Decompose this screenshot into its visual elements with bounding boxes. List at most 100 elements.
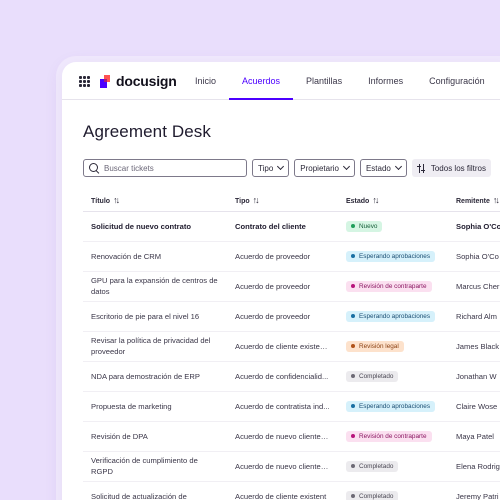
brand-logo[interactable]: docusign (100, 73, 177, 89)
cell-status: Nuevo (338, 211, 448, 242)
sort-icon[interactable]: ↑↓ (372, 195, 379, 205)
sort-icon[interactable]: ↑↓ (493, 195, 500, 205)
sort-icon[interactable]: ↑↓ (113, 195, 120, 205)
nav-tab-1[interactable]: Acuerdos (229, 62, 294, 100)
chevron-down-icon (277, 162, 285, 171)
table-header-row: Título ↑↓ Tipo ↑↓ Estado ↑↓ Remitente ↑↓ (83, 189, 500, 212)
cell-type: Acuerdo de proveedor (227, 271, 338, 302)
status-dot-icon (351, 494, 355, 498)
all-filters-button[interactable]: Todos los filtros (411, 159, 491, 177)
cell-status: Revisión de contraparte (338, 271, 448, 302)
page-title: Agreement Desk (83, 122, 212, 141)
status-dot-icon (351, 254, 355, 258)
cell-status: Esperando aprobaciones (338, 241, 448, 272)
filter-owner-dropdown[interactable]: Propietario (294, 159, 355, 177)
cell-title: Renovación de CRM (83, 241, 227, 272)
status-dot-icon (351, 464, 355, 468)
status-dot-icon (351, 344, 355, 348)
table-row[interactable]: Solicitud de nuevo contrato Contrato del … (83, 211, 500, 242)
tickets-table: Título ↑↓ Tipo ↑↓ Estado ↑↓ Remitente ↑↓ Sol… (83, 189, 500, 500)
cell-type: Acuerdo de proveedor (227, 241, 338, 272)
column-header-status[interactable]: Estado ↑↓ (338, 189, 448, 212)
cell-type: Contrato del cliente (227, 211, 338, 242)
cell-status: Esperando aprobaciones (338, 391, 448, 422)
cell-type: Acuerdo de nuevo cliente (... (227, 421, 338, 452)
table-row[interactable]: Revisión de DPA Acuerdo de nuevo cliente … (83, 421, 500, 452)
main-nav: Inicio Acuerdos Plantillas Informes Configur… (182, 62, 498, 100)
sort-icon[interactable]: ↑↓ (253, 195, 260, 205)
cell-title: Solicitud de actualización de (83, 481, 227, 500)
cell-type: Acuerdo de proveedor (227, 301, 338, 332)
app-window: docusign Inicio Acuerdos Plantillas Informe… (62, 62, 500, 500)
cell-type: Acuerdo de confidencialid... (227, 361, 338, 392)
status-dot-icon (351, 224, 355, 228)
column-header-sender[interactable]: Remitente ↑↓ (448, 189, 500, 212)
status-dot-icon (351, 404, 355, 408)
table-row[interactable]: Solicitud de actualización de Acuerdo de … (83, 481, 500, 500)
status-label: Revisión legal (359, 342, 399, 350)
status-badge: Completado (346, 460, 399, 472)
table-row[interactable]: NDA para demostración de ERP Acuerdo de c… (83, 361, 500, 392)
cell-sender: Richard Alm (448, 301, 500, 332)
cell-status: Completado (338, 451, 448, 482)
search-input[interactable] (104, 163, 244, 173)
chevron-down-icon (342, 162, 350, 171)
column-header-title[interactable]: Título ↑↓ (83, 189, 227, 212)
nav-tab-2[interactable]: Plantillas (293, 62, 355, 100)
cell-status: Completado (338, 481, 448, 500)
cell-title: GPU para la expansión de centros de dato… (83, 271, 227, 302)
column-header-type[interactable]: Tipo ↑↓ (227, 189, 338, 212)
status-label: Completado (359, 492, 394, 500)
status-label: Completado (359, 372, 394, 380)
filter-type-dropdown[interactable]: Tipo (252, 159, 290, 177)
cell-status: Revisión de contraparte (338, 421, 448, 452)
cell-sender: Sophia O'Co (448, 211, 500, 242)
cell-sender: Marcus Cher (448, 271, 500, 302)
cell-type: Acuerdo de nuevo cliente (... (227, 451, 338, 482)
status-label: Esperando aprobaciones (359, 402, 431, 410)
top-navigation-bar: docusign Inicio Acuerdos Plantillas Informe… (62, 62, 500, 100)
filter-toolbar: Tipo Propietario Estado Todos los filtro… (83, 159, 491, 177)
table-row[interactable]: Renovación de CRM Acuerdo de proveedor Esp… (83, 241, 500, 272)
nav-tab-4[interactable]: Configuración (416, 62, 498, 100)
nav-tab-3[interactable]: Informes (355, 62, 416, 100)
cell-sender: Claire Wose (448, 391, 500, 422)
cell-type: Acuerdo de contratista ind... (227, 391, 338, 422)
chevron-down-icon (394, 162, 402, 171)
table-row[interactable]: Propuesta de marketing Acuerdo de contrat… (83, 391, 500, 422)
table-row[interactable]: Verificación de cumplimiento de RGPD Acue… (83, 451, 500, 482)
brand-name: docusign (116, 73, 177, 89)
cell-title: NDA para demostración de ERP (83, 361, 227, 392)
cell-sender: Jonathan W (448, 361, 500, 392)
status-dot-icon (351, 374, 355, 378)
filter-status-dropdown[interactable]: Estado (359, 159, 407, 177)
table-row[interactable]: Escritorio de pie para el nivel 16 Acuerd… (83, 301, 500, 332)
status-dot-icon (351, 434, 355, 438)
status-label: Nuevo (359, 222, 378, 230)
status-badge: Revisión de contraparte (346, 430, 432, 442)
status-dot-icon (351, 314, 355, 318)
cell-type: Acuerdo de cliente existent (227, 481, 338, 500)
status-badge: Esperando aprobaciones (346, 400, 436, 412)
status-badge: Esperando aprobaciones (346, 250, 436, 262)
cell-status: Revisión legal (338, 331, 448, 362)
status-label: Esperando aprobaciones (359, 252, 431, 260)
status-badge: Revisión de contraparte (346, 280, 432, 292)
sliders-icon (417, 163, 426, 173)
status-label: Completado (359, 462, 394, 470)
search-icon (89, 163, 99, 173)
cell-title: Revisión de DPA (83, 421, 227, 452)
status-label: Esperando aprobaciones (359, 312, 431, 320)
app-launcher-icon[interactable] (79, 76, 90, 87)
cell-sender: Maya Patel (448, 421, 500, 452)
cell-title: Verificación de cumplimiento de RGPD (83, 451, 227, 482)
search-box[interactable] (83, 159, 247, 177)
table-row[interactable]: Revisar la política de privacidad del pr… (83, 331, 500, 362)
status-badge: Nuevo (346, 220, 383, 232)
status-label: Revisión de contraparte (359, 432, 427, 440)
cell-title: Propuesta de marketing (83, 391, 227, 422)
cell-title: Revisar la política de privacidad del pr… (83, 331, 227, 362)
status-badge: Completado (346, 490, 399, 500)
nav-tab-0[interactable]: Inicio (182, 62, 229, 100)
table-row[interactable]: GPU para la expansión de centros de dato… (83, 271, 500, 302)
